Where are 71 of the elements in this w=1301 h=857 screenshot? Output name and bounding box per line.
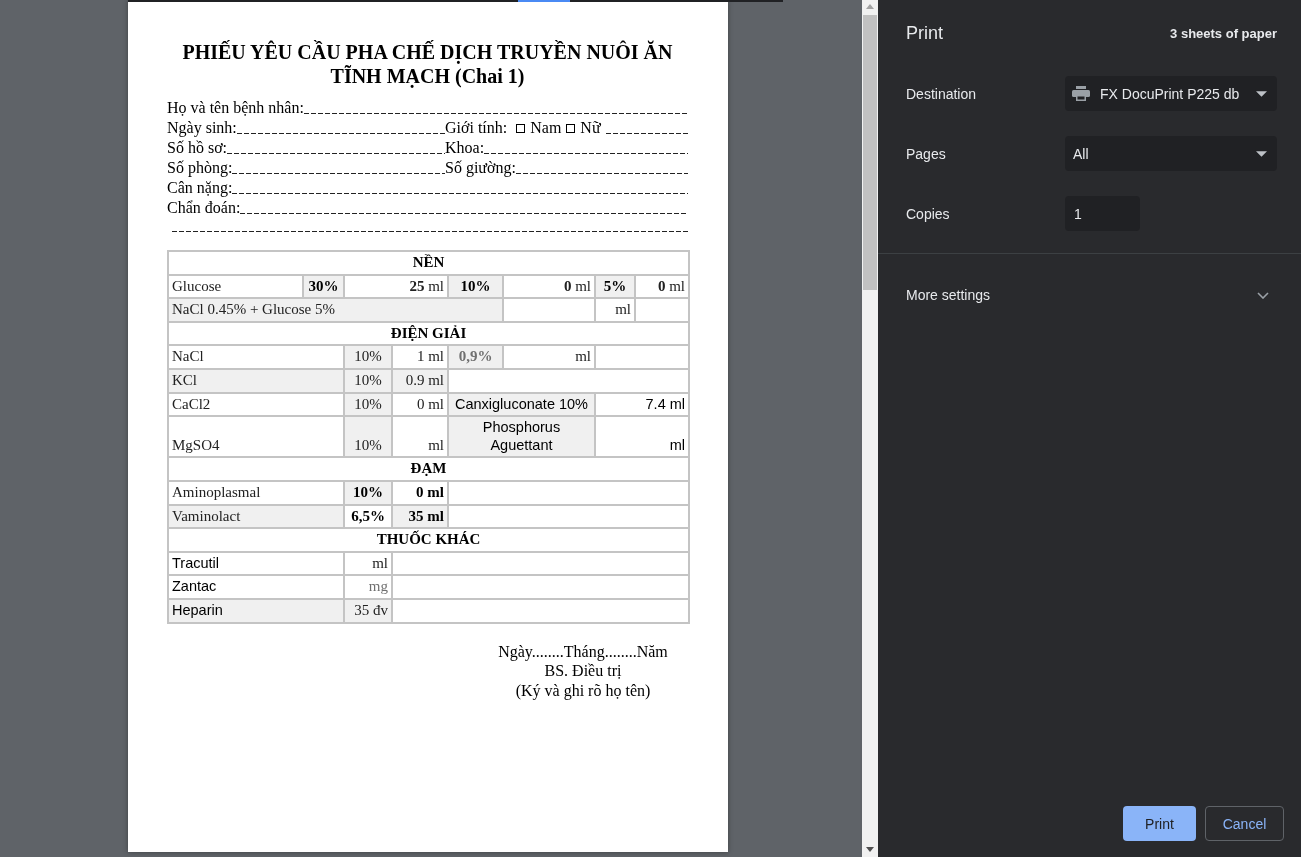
panel-title: Print [906,22,943,44]
section-header: NỀN [168,251,690,275]
option-label: Nữ [580,118,601,138]
caret-icon [1256,150,1267,157]
table-cell: NaCl 0.45% + Glucose 5% [168,298,503,322]
signer-title: BS. Điều trị [543,661,623,681]
table-cell: Heparin [168,598,344,623]
table-cell: KCl [168,368,344,393]
table-cell: Phosphorus Aguettant [448,416,595,458]
scrollbar[interactable] [862,0,878,857]
table-cell: Vaminolact [168,504,344,529]
section-header: THUỐC KHÁC [168,528,690,552]
table-cell: Aminoplasmal [168,480,344,505]
field-label: Giới tính: [445,118,508,138]
fill-in-line[interactable] [236,133,445,134]
option-label: Nam [530,118,562,138]
table-cell: ml [503,345,595,369]
table-cell: Canxigluconate 10% [448,392,595,417]
destination-select[interactable]: FX DocuPrint P225 db [1065,76,1277,111]
signature-note: (Ký và ghi rõ họ tên) [514,680,652,700]
fill-in-line[interactable] [232,193,688,194]
checkbox-icon[interactable] [566,124,576,133]
table-cell: 0 ml [635,274,690,299]
fill-in-line[interactable] [232,173,445,174]
fill-in-line[interactable] [605,133,688,134]
caret-icon [1256,90,1267,97]
fill-in-line[interactable] [515,173,688,174]
field-label: Chẩn đoán: [167,198,241,218]
field-label: Họ và tên bệnh nhân: [167,98,304,118]
number-field[interactable]: 1 [1065,196,1140,231]
field-label: Khoa: [445,138,485,158]
field-label: Cân nặng: [167,178,233,198]
field-label: Số hồ sơ: [167,138,228,158]
fill-in-line[interactable] [240,213,688,214]
scrollbar-thumb[interactable] [863,15,877,290]
section-header: ĐIỆN GIẢI [168,321,690,346]
table-cell: 0 ml [503,274,595,299]
field-label: Số phòng: [167,158,233,178]
setting-label: Destination [906,85,978,102]
table-cell: mg [344,575,392,599]
field-label: Số giường: [445,158,516,178]
checkbox-icon[interactable] [516,124,526,133]
cancel-button[interactable]: Cancel [1205,806,1284,841]
fill-in-line[interactable] [227,153,445,154]
empty-cell [635,298,690,322]
table-cell: 0 ml [392,480,448,505]
table-cell: Zantac [168,575,344,599]
table-cell: 7.4 ml [595,392,690,417]
table-cell: 10% [344,416,392,458]
fill-in-line[interactable] [484,153,688,154]
section-header: ĐẠM [168,457,690,481]
table-cell: Tracutil [168,551,344,576]
table-cell: CaCl2 [168,392,344,417]
dropdown-select[interactable]: All [1065,136,1277,171]
printer-icon [1072,86,1090,101]
sheet-count: 3 sheets of paper [1170,25,1277,41]
table-cell: ml [595,298,635,322]
table-cell: MgSO4 [168,416,344,458]
document-title: PHIẾU YÊU CẦU PHA CHẾ DỊCH TRUYỀN NUÔI ĂN TĨNH MẠCH (Chai 1) [181,40,674,88]
scroll-down-icon[interactable] [866,847,874,852]
fill-in-line[interactable] [172,231,688,232]
date-line: Ngày........Tháng........Năm [497,641,669,661]
field-label: Ngày sinh: [167,118,237,138]
setting-label: Pages [906,145,947,162]
more-settings-toggle[interactable]: More settings [878,275,1301,315]
setting-label: Copies [906,205,951,222]
table-cell: ml [344,551,392,576]
print-button[interactable]: Print [1123,806,1196,841]
table-cell: ml [595,416,690,458]
fill-in-line[interactable] [303,113,688,114]
table-cell: NaCl [168,345,344,369]
